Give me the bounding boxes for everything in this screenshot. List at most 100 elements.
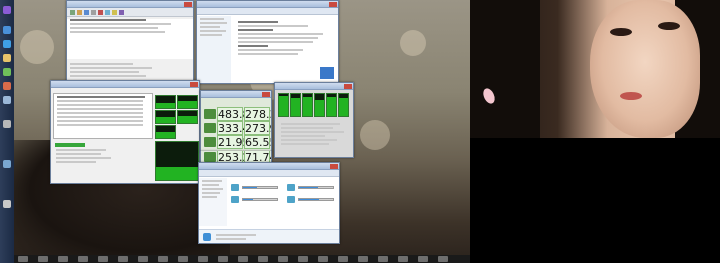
toolbar-icon[interactable] [105,10,110,15]
toolbar-icon[interactable] [91,10,96,15]
benchmark-test-button[interactable] [204,109,216,119]
benchmark-row: 483.8 278.3 [204,107,271,121]
taskbar-button[interactable] [178,256,188,262]
cpu-graph [155,125,176,139]
toolbar-icon[interactable] [70,10,75,15]
file-manager-window [66,0,194,88]
close-button[interactable] [190,82,198,87]
toolbar-icon[interactable] [112,10,117,15]
close-button[interactable] [184,2,192,7]
drive-usage-bar [298,198,334,201]
title-bar [201,91,271,98]
read-speed: 333.4 [217,121,250,135]
app-icon[interactable] [3,200,11,208]
drive-item[interactable] [287,195,335,205]
title-bar [199,163,339,170]
status-bar [199,229,339,243]
taskbar-button[interactable] [298,256,308,262]
toolbar [67,8,193,17]
cpu-graph [155,95,176,109]
taskbar-button[interactable] [138,256,148,262]
taskbar-button[interactable] [38,256,48,262]
app-icon[interactable] [3,160,11,168]
taskbar-button[interactable] [58,256,68,262]
system-info [235,19,335,57]
taskbar-button[interactable] [98,256,108,262]
app-icon[interactable] [3,82,11,90]
resource-graph [302,93,313,117]
address-bar [197,8,338,15]
taskbar-button[interactable] [318,256,328,262]
taskbar-button[interactable] [438,256,448,262]
drive-item[interactable] [231,183,279,193]
taskbar-button[interactable] [338,256,348,262]
benchmark-row: 21.95 65.55 [204,135,271,149]
drive-icon [287,196,295,203]
taskbar-button[interactable] [158,256,168,262]
drive-item[interactable] [287,183,335,193]
close-button[interactable] [329,2,337,7]
benchmark-test-button[interactable] [204,123,216,133]
taskbar-button[interactable] [258,256,268,262]
computer-icon[interactable] [3,26,11,34]
taskbar-button[interactable] [238,256,248,262]
taskbar-button[interactable] [358,256,368,262]
write-speed: 278.3 [244,107,271,121]
resource-graph [338,93,349,117]
title-bar [197,1,338,8]
drive-icon [287,184,295,191]
task-manager-window [50,80,200,184]
nav-pane [197,16,231,83]
memory-bar [55,143,85,147]
benchmark-test-button[interactable] [204,137,216,147]
taskbar-button[interactable] [78,256,88,262]
taskbar-button[interactable] [218,256,228,262]
toolbar-icon[interactable] [84,10,89,15]
computer-icon [203,233,211,241]
file-list [67,19,193,59]
app-icon[interactable] [3,68,11,76]
toolbar-icon[interactable] [119,10,124,15]
drive-usage-bar [298,186,334,189]
taskbar-button[interactable] [198,256,208,262]
toolbar-icon[interactable] [98,10,103,15]
folder-icon[interactable] [3,54,11,62]
taskbar-button[interactable] [378,256,388,262]
close-button[interactable] [344,84,352,89]
app-icon[interactable] [3,120,11,128]
resource-graph [290,93,301,117]
write-speed: 65.55 [244,135,271,149]
title-bar [67,1,193,8]
resource-graph [326,93,337,117]
details-pane [67,59,193,77]
read-speed: 21.95 [217,135,250,149]
cpu-graphs [155,95,199,141]
windows-logo-icon[interactable] [3,6,11,14]
write-speed: 273.9 [244,121,271,135]
bottom-taskbar [14,255,470,263]
browser-icon[interactable] [3,40,11,48]
benchmark-test-button[interactable] [204,152,216,162]
resource-details [278,121,352,147]
taskbar-button[interactable] [418,256,428,262]
app-icon[interactable] [3,96,11,104]
title-bar [275,83,353,90]
resource-graph [314,93,325,117]
windows-logo-icon [320,67,334,79]
drive-usage-bar [242,198,278,201]
cpu-graph [177,110,198,124]
taskbar-button[interactable] [118,256,128,262]
toolbar-icon[interactable] [77,10,82,15]
close-button[interactable] [330,164,338,169]
taskbar-button[interactable] [18,256,28,262]
vertical-taskbar [0,0,14,263]
taskbar-button[interactable] [278,256,288,262]
system-properties-window [196,0,339,84]
close-button[interactable] [262,92,270,97]
wallpaper-right [470,0,720,138]
desktop: 483.8 278.3 333.4 273.9 21.95 65.55 253.… [0,0,720,263]
nav-pane [199,178,227,226]
taskbar-button[interactable] [398,256,408,262]
title-bar [51,81,199,88]
drive-item[interactable] [231,195,279,205]
